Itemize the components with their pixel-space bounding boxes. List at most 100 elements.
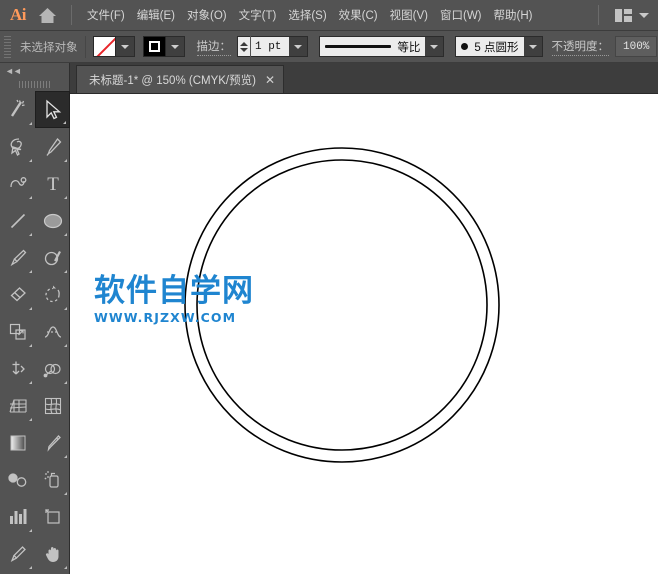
tool-flyout-indicator	[29, 344, 32, 347]
type-tool[interactable]: T	[35, 165, 70, 202]
perspective-grid-tool[interactable]	[0, 387, 35, 424]
eyedropper-tool[interactable]	[35, 424, 70, 461]
tools-collapse-button[interactable]: ◄◄	[0, 63, 69, 78]
watermark-chinese-text: 软件自学网	[94, 273, 254, 309]
control-bar-grip[interactable]	[3, 35, 12, 58]
brush-dropdown-button[interactable]	[523, 36, 543, 57]
stroke-weight-label[interactable]: 描边：	[196, 38, 231, 56]
shaper-tool[interactable]	[35, 239, 70, 276]
tool-flyout-indicator	[63, 121, 66, 124]
menu-object[interactable]: 对象(O)	[181, 3, 233, 27]
stepper-up-icon[interactable]	[240, 41, 248, 46]
tool-flyout-indicator	[64, 307, 67, 310]
stroke-weight-dropdown-button[interactable]	[289, 36, 309, 57]
app-logo: Ai	[10, 5, 27, 24]
tool-flyout-indicator	[64, 381, 67, 384]
free-transform-tool[interactable]	[0, 350, 35, 387]
stroke-color-indicator	[148, 41, 160, 52]
menu-bar: Ai 文件(F) 编辑(E) 对象(O) 文字(T) 选择(S) 效果(C) 视…	[0, 0, 658, 31]
chevron-down-icon	[528, 44, 537, 49]
tool-list: T	[0, 91, 70, 574]
chevron-down-icon	[120, 44, 129, 49]
document-tab-title: 未标题-1* @ 150% (CMYK/预览)	[89, 74, 256, 87]
curvature-tool[interactable]	[0, 165, 35, 202]
chevron-down-icon[interactable]	[639, 12, 649, 18]
brush-definition-select[interactable]: 5 点圆形	[455, 36, 524, 57]
paintbrush-tool[interactable]	[0, 239, 35, 276]
pen-tool[interactable]	[35, 128, 70, 165]
close-icon[interactable]: ✕	[265, 74, 275, 86]
hand-tool[interactable]	[35, 535, 70, 572]
artboard-tool[interactable]	[35, 498, 70, 535]
tool-flyout-indicator	[29, 307, 32, 310]
menu-type[interactable]: 文字(T)	[233, 3, 283, 27]
fill-none-slash-icon	[93, 37, 115, 56]
width-tool[interactable]	[35, 313, 70, 350]
line-segment-tool[interactable]	[0, 202, 35, 239]
stroke-dropdown-button[interactable]	[165, 36, 185, 57]
slice-tool[interactable]	[0, 535, 35, 572]
tool-flyout-indicator	[29, 566, 32, 569]
control-divider-1	[84, 35, 86, 58]
tool-flyout-indicator	[29, 122, 32, 125]
tool-flyout-indicator	[29, 418, 32, 421]
shape-builder-tool[interactable]	[35, 350, 70, 387]
artboard-canvas[interactable]: 软件自学网 WWW.RJZXW.COM	[70, 94, 658, 574]
rotate-tool[interactable]	[35, 276, 70, 313]
gradient-tool[interactable]	[0, 424, 35, 461]
scale-tool[interactable]	[0, 313, 35, 350]
opacity-label[interactable]: 不透明度：	[551, 38, 609, 56]
tool-flyout-indicator	[64, 233, 67, 236]
stroke-weight-input[interactable]: 1 pt	[251, 36, 290, 57]
stroke-weight-stepper[interactable]	[237, 36, 250, 57]
workspace-grid-icon[interactable]	[615, 8, 632, 22]
column-graph-tool[interactable]	[0, 498, 35, 535]
tool-flyout-indicator	[29, 529, 32, 532]
fill-swatch-button[interactable]	[92, 36, 116, 57]
tool-flyout-indicator	[64, 492, 67, 495]
stroke-swatch-button[interactable]	[142, 36, 166, 57]
chevron-down-icon	[294, 44, 303, 49]
blend-tool[interactable]	[0, 461, 35, 498]
collapse-double-chevron-icon: ◄◄	[5, 65, 22, 76]
tool-flyout-indicator	[64, 455, 67, 458]
magic-wand-tool[interactable]	[0, 91, 35, 128]
fill-dropdown-button[interactable]	[115, 36, 135, 57]
home-icon[interactable]	[32, 7, 62, 24]
symbol-sprayer-tool[interactable]	[35, 461, 70, 498]
menu-file[interactable]: 文件(F)	[81, 3, 131, 27]
tool-flyout-indicator	[29, 196, 32, 199]
lasso-tool[interactable]	[0, 128, 35, 165]
menu-edit[interactable]: 编辑(E)	[131, 3, 181, 27]
menu-help[interactable]: 帮助(H)	[488, 3, 539, 27]
variable-width-profile-select[interactable]: 等比	[319, 36, 426, 57]
ellipse-tool[interactable]	[35, 202, 70, 239]
tool-flyout-indicator	[29, 233, 32, 236]
menu-effect[interactable]: 效果(C)	[333, 3, 384, 27]
tool-flyout-indicator	[64, 159, 67, 162]
tool-flyout-indicator	[29, 381, 32, 384]
svg-text:T: T	[47, 174, 59, 195]
width-profile-icon	[325, 45, 392, 48]
mesh-tool[interactable]	[35, 387, 70, 424]
selection-tool[interactable]	[35, 91, 70, 128]
watermark: 软件自学网 WWW.RJZXW.COM	[94, 273, 254, 326]
tools-panel-grip[interactable]	[0, 78, 69, 91]
opacity-input[interactable]: 100%	[615, 36, 658, 57]
tools-panel: ◄◄ T	[0, 63, 70, 574]
stepper-down-icon[interactable]	[240, 47, 248, 52]
eraser-tool[interactable]	[0, 276, 35, 313]
width-profile-dropdown-button[interactable]	[425, 36, 445, 57]
control-bar: 未选择对象 描边： 1 pt 等比 5 点圆形 不透明度： 100%	[0, 31, 658, 63]
chevron-down-icon	[170, 44, 179, 49]
tool-flyout-indicator	[64, 344, 67, 347]
menu-window[interactable]: 窗口(W)	[434, 3, 488, 27]
document-tab[interactable]: 未标题-1* @ 150% (CMYK/预览) ✕	[76, 65, 285, 93]
watermark-url-text: WWW.RJZXW.COM	[94, 310, 237, 325]
menu-divider	[71, 5, 72, 25]
menu-view[interactable]: 视图(V)	[384, 3, 434, 27]
tool-flyout-indicator	[64, 196, 67, 199]
workspace-switcher[interactable]	[589, 5, 658, 25]
menu-select[interactable]: 选择(S)	[282, 3, 332, 27]
brush-label: 5 点圆形	[474, 41, 519, 54]
